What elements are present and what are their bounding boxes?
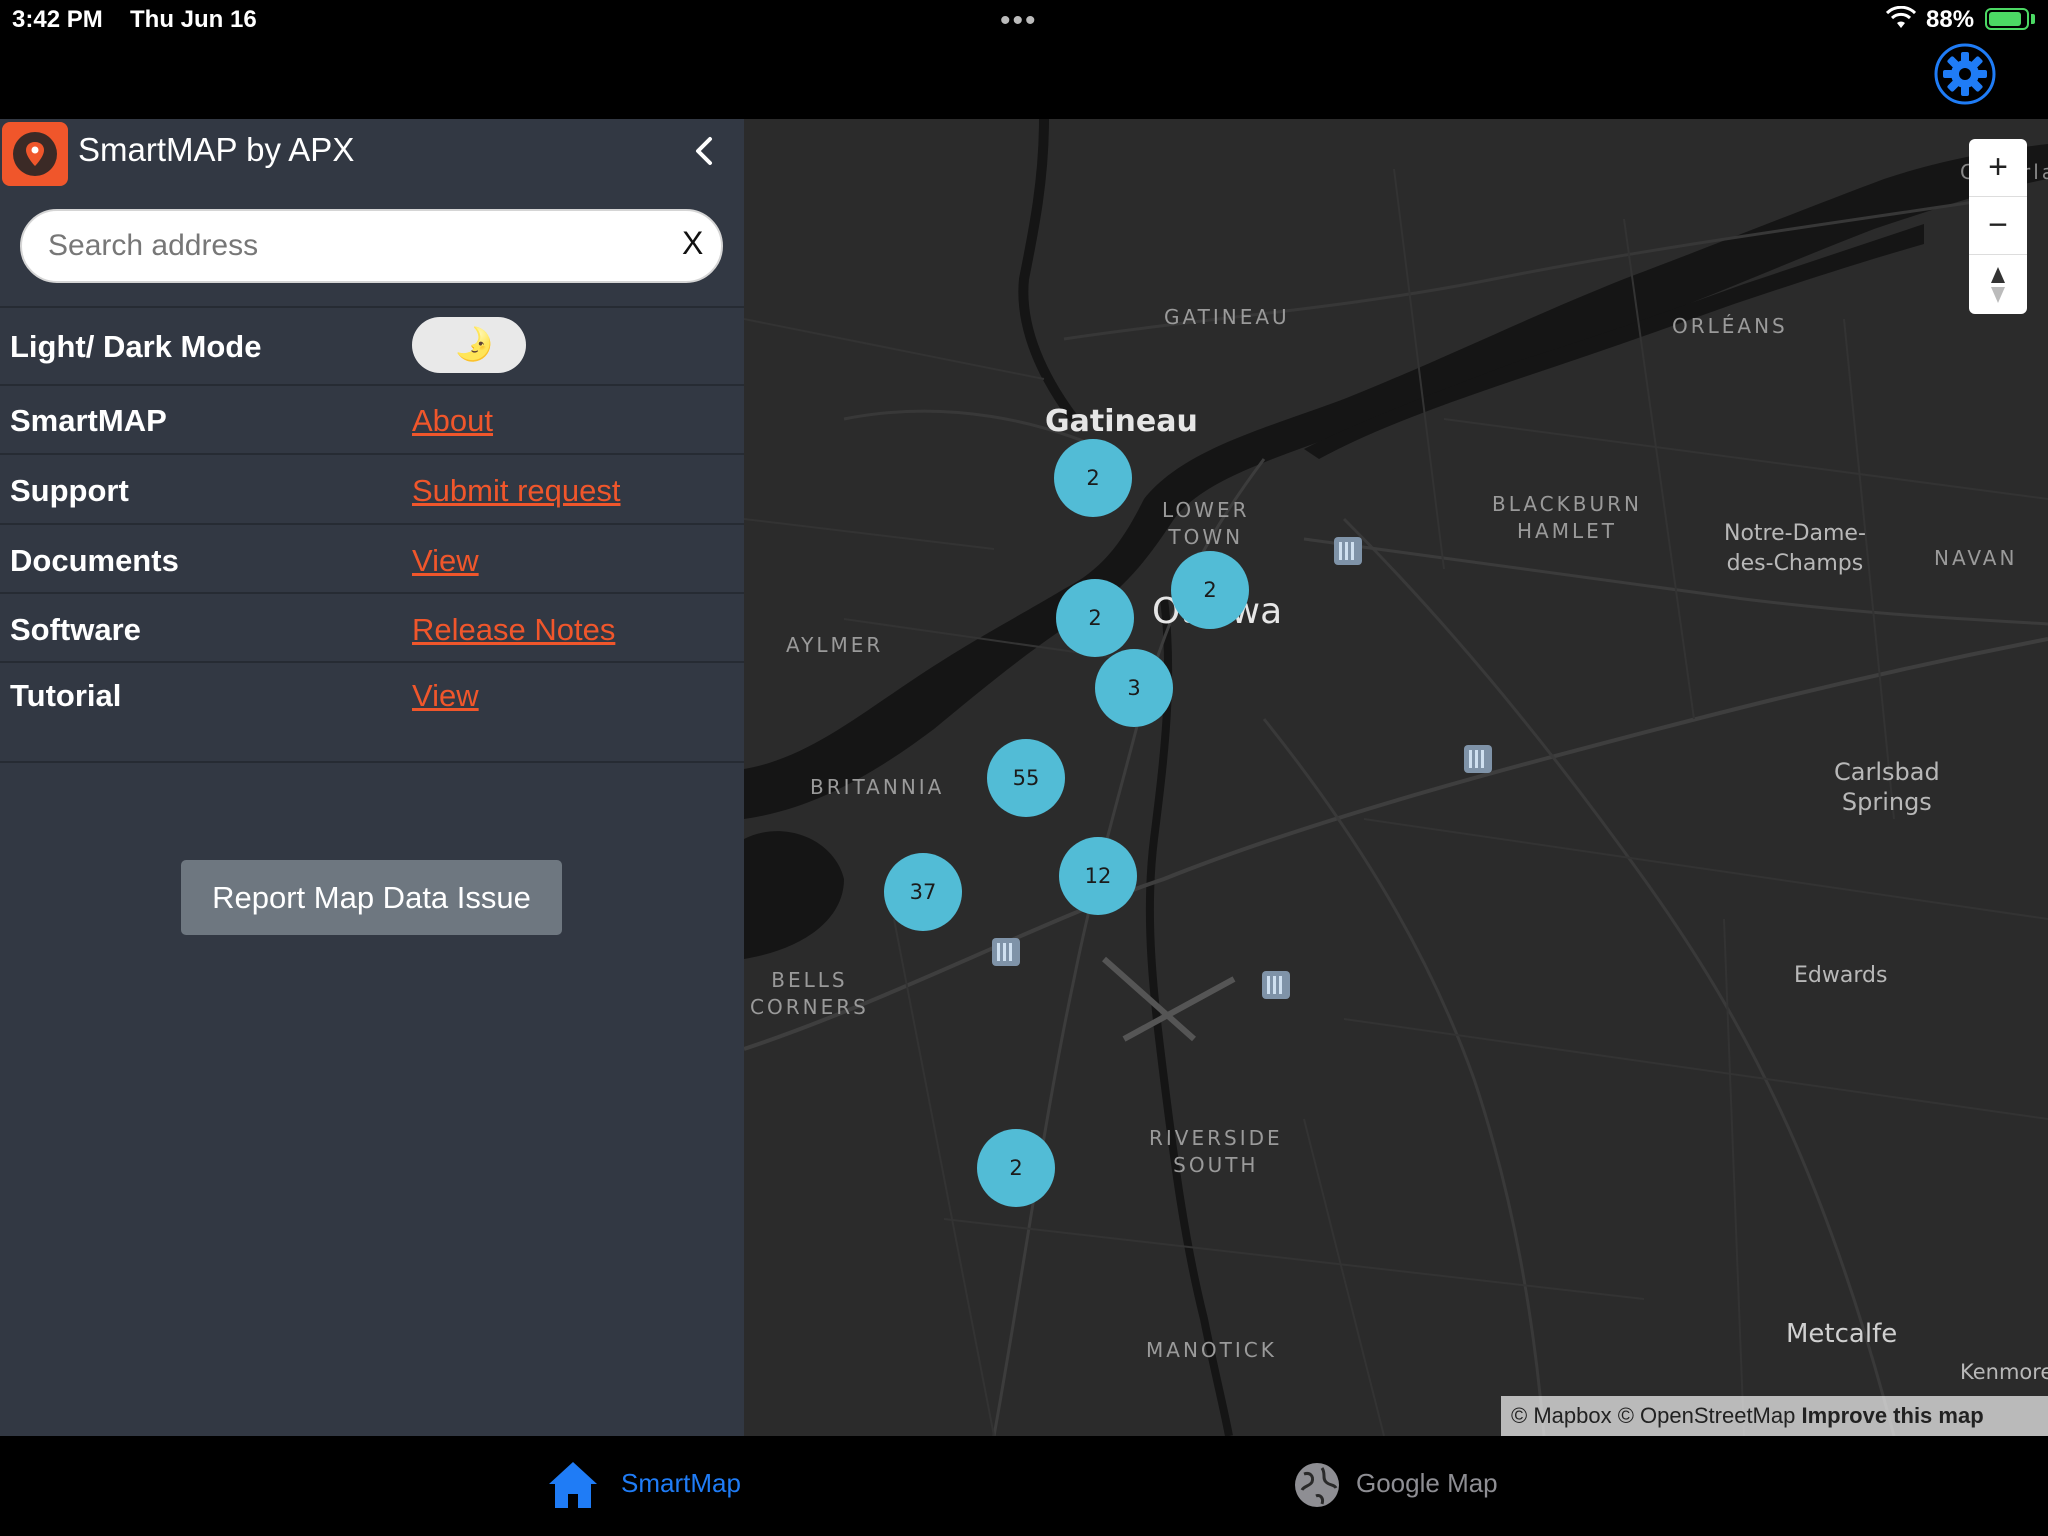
multitasking-dots-icon[interactable]: ••• <box>1000 4 1038 38</box>
map-label: MANOTICK <box>1146 1338 1277 1362</box>
map-cluster[interactable]: 37 <box>884 853 962 931</box>
app-title: SmartMAP by APX <box>78 131 355 168</box>
divider <box>0 761 744 763</box>
zoom-in-button[interactable]: + <box>1969 139 2027 197</box>
map-cluster[interactable]: 2 <box>977 1129 1055 1207</box>
setting-row-theme: Light/ Dark Mode 🌛 <box>0 306 744 384</box>
map-label: Gatineau <box>1045 404 1198 439</box>
map-cluster[interactable]: 2 <box>1056 579 1134 657</box>
mapbox-attribution-link[interactable]: © Mapbox <box>1511 1403 1612 1428</box>
map-pin-icon <box>13 132 57 176</box>
about-link[interactable]: About <box>412 403 493 439</box>
battery-percent: 88% <box>1926 6 1975 33</box>
map-label: Metcalfe <box>1786 1319 1898 1349</box>
battery-icon <box>1985 8 2029 30</box>
dark-mode-toggle[interactable]: 🌛 <box>412 317 526 373</box>
search-input[interactable] <box>48 211 648 281</box>
tab-google-map[interactable]: Google Map <box>1292 1458 1522 1514</box>
status-bar: 3:42 PM Thu Jun 16 ••• 88% <box>0 0 2048 40</box>
home-icon <box>549 1462 597 1508</box>
zoom-out-button[interactable]: − <box>1969 197 2027 255</box>
tab-label: SmartMap <box>621 1468 741 1498</box>
improve-map-link[interactable]: Improve this map <box>1801 1403 1983 1428</box>
map-label: Carlsbad Springs <box>1834 758 1940 816</box>
gear-icon[interactable] <box>1934 43 1996 105</box>
map-cluster[interactable]: 3 <box>1095 649 1173 727</box>
setting-row-smartmap: SmartMAP About <box>0 384 744 453</box>
compass-icon[interactable] <box>1989 265 2007 305</box>
map-attribution: © Mapbox © OpenStreetMap Improve this ma… <box>1501 1396 2048 1436</box>
map-label: NAVAN <box>1934 546 2018 570</box>
map-label: AYLMER <box>786 633 884 657</box>
wifi-icon <box>1886 6 1916 28</box>
map-label: ORLÉANS <box>1672 314 1788 338</box>
setting-row-tutorial: Tutorial View <box>0 661 744 761</box>
documents-view-link[interactable]: View <box>412 543 479 579</box>
map-cluster[interactable]: 55 <box>987 739 1065 817</box>
app-header: SmartMAP by APX <box>0 119 744 186</box>
search-bar: X <box>20 209 723 283</box>
battery-cap <box>2031 14 2035 24</box>
map-label: Edwards <box>1794 963 1888 988</box>
map-cluster[interactable]: 2 <box>1171 551 1249 629</box>
tab-bar: SmartMap Google Map <box>0 1436 2048 1536</box>
map-label: LOWER TOWN <box>1162 498 1250 549</box>
settings-sidebar: SmartMAP by APX X Light/ Dark Mode 🌛 Sma… <box>0 119 744 1436</box>
map-cluster[interactable]: 2 <box>1054 439 1132 517</box>
building-icon[interactable] <box>1464 745 1492 773</box>
building-icon[interactable] <box>1334 537 1362 565</box>
tutorial-view-link[interactable]: View <box>412 678 479 714</box>
app-logo <box>2 122 68 186</box>
setting-label: Software <box>10 612 141 647</box>
chevron-left-icon[interactable] <box>686 131 722 171</box>
map-label: GATINEAU <box>1164 305 1290 329</box>
zoom-controls: + − <box>1969 139 2027 314</box>
setting-label: Support <box>10 473 129 508</box>
release-notes-link[interactable]: Release Notes <box>412 612 615 648</box>
building-icon[interactable] <box>992 938 1020 966</box>
status-date: Thu Jun 16 <box>130 6 257 33</box>
top-bar <box>0 40 2048 119</box>
setting-row-documents: Documents View <box>0 523 744 592</box>
map-view[interactable]: GATINEAU ORLÉANS C rla Gatineau LOWER TO… <box>744 119 2048 1436</box>
map-label: BRITANNIA <box>810 775 945 799</box>
submit-request-link[interactable]: Submit request <box>412 473 621 509</box>
tab-label: Google Map <box>1356 1468 1498 1498</box>
map-label: Notre-Dame- des-Champs <box>1724 521 1866 576</box>
building-icon[interactable] <box>1262 971 1290 999</box>
battery-level <box>1989 12 2021 26</box>
setting-row-support: Support Submit request <box>0 453 744 523</box>
status-time: 3:42 PM <box>12 6 103 33</box>
map-label: BELLS CORNERS <box>750 968 869 1019</box>
globe-icon <box>1295 1463 1339 1507</box>
setting-label: Light/ Dark Mode <box>10 329 262 364</box>
report-map-data-issue-button[interactable]: Report Map Data Issue <box>181 860 562 935</box>
map-label: RIVERSIDE SOUTH <box>1149 1126 1283 1177</box>
setting-label: SmartMAP <box>10 403 167 438</box>
clear-search-button[interactable]: X <box>682 225 703 262</box>
tab-smartmap[interactable]: SmartMap <box>545 1458 755 1514</box>
map-cluster[interactable]: 12 <box>1059 837 1137 915</box>
moon-icon: 🌛 <box>454 326 494 362</box>
settings-list: Light/ Dark Mode 🌛 SmartMAP About Suppor… <box>0 306 744 763</box>
map-label: BLACKBURN HAMLET <box>1492 492 1642 543</box>
osm-attribution-link[interactable]: © OpenStreetMap <box>1618 1403 1796 1428</box>
setting-row-software: Software Release Notes <box>0 592 744 661</box>
setting-label: Tutorial <box>10 678 122 713</box>
map-label: Kenmore <box>1960 1360 2048 1384</box>
setting-label: Documents <box>10 543 179 578</box>
